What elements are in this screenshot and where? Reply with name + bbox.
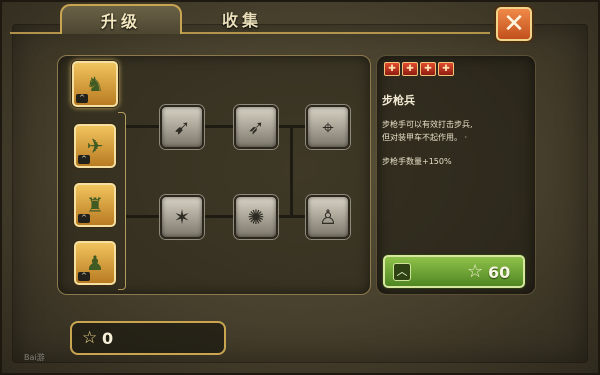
skill-bullet[interactable]: ➹ <box>160 105 204 149</box>
skill-soldier-badge[interactable]: ♙ <box>306 195 350 239</box>
watermark: Bai游 <box>24 353 45 362</box>
rifle-ammo-icon: ✚ <box>438 62 454 76</box>
target-shield-icon: ⌖ <box>322 115 334 139</box>
unit-card-artillery[interactable]: ♜ ^ <box>74 183 116 227</box>
close-icon: ✕ <box>503 9 525 39</box>
upgrade-price: 60 <box>488 263 511 282</box>
unit-card-plane[interactable]: ✈ ^ <box>74 124 116 168</box>
skill-barbed-wire[interactable]: ✶ <box>160 195 204 239</box>
tree-connector <box>204 125 234 128</box>
unit-card-infantry[interactable]: ♟ ^ <box>74 241 116 285</box>
unit-list-bracket <box>118 112 126 290</box>
tree-connector <box>204 215 234 218</box>
chevron-up-icon: ︿ <box>393 263 411 281</box>
bullet-icon: ➹ <box>173 115 191 139</box>
tab-collect[interactable]: 收集 <box>192 4 292 34</box>
unit-description-line: 但对装甲车不起作用。 · <box>382 133 468 142</box>
rifle-ammo-icon: ✚ <box>384 62 400 76</box>
star-icon: ☆ <box>467 261 484 282</box>
skill-target-shield[interactable]: ⌖ <box>306 105 350 149</box>
broken-wire-icon: ✺ <box>247 205 265 229</box>
star-balance: ☆ 0 <box>70 321 226 355</box>
upgrade-badge-icon: ^ <box>78 214 90 223</box>
star-count: 0 <box>102 329 114 348</box>
upgrade-badge-icon: ^ <box>76 94 88 103</box>
tab-upgrade-label: 升级 <box>100 12 141 31</box>
upgrade-badge-icon: ^ <box>78 272 90 281</box>
tree-connector <box>126 215 160 218</box>
rifle-ammo-icon: ✚ <box>402 62 418 76</box>
unit-description-line: 步枪手可以有效打击步兵, <box>382 120 473 129</box>
barbed-wire-icon: ✶ <box>173 205 191 229</box>
close-button[interactable]: ✕ <box>496 7 532 41</box>
tree-connector <box>126 125 160 128</box>
tab-upgrade[interactable]: 升级 <box>60 4 182 34</box>
tree-connector <box>290 125 293 218</box>
star-icon: ☆ <box>82 328 98 348</box>
rifle-ammo-icon: ✚ <box>420 62 436 76</box>
upgrade-badge-icon: ^ <box>78 155 90 164</box>
fast-bullet-icon: ➶ <box>247 115 265 139</box>
unit-card-rifleman[interactable]: ♞ ^ <box>72 61 118 107</box>
unit-stat-line: 步枪手数量+150% <box>382 157 452 166</box>
soldier-badge-icon: ♙ <box>319 205 337 229</box>
upgrade-button[interactable]: ︿ ☆ 60 <box>383 255 525 288</box>
tab-collect-label: 收集 <box>221 11 262 30</box>
skill-broken-wire[interactable]: ✺ <box>234 195 278 239</box>
unit-name: 步枪兵 <box>382 94 415 107</box>
skill-fast-bullet[interactable]: ➶ <box>234 105 278 149</box>
